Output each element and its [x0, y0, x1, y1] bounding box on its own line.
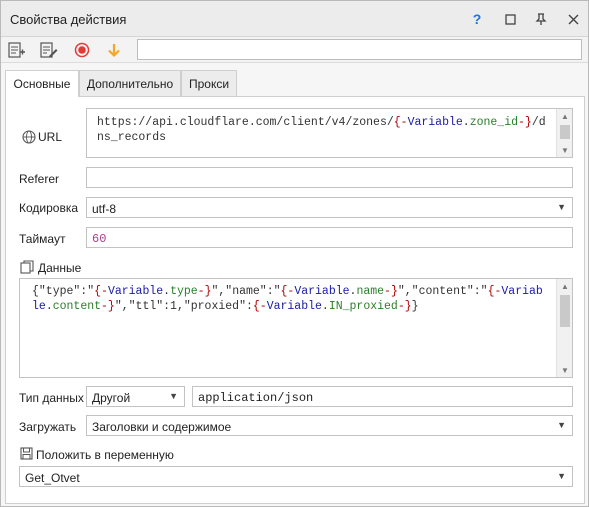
data-token: {-: [252, 300, 267, 313]
scroll-down-icon[interactable]: ▼: [557, 143, 573, 157]
load-value: Заголовки и содержимое: [92, 420, 232, 434]
data-token: content: [52, 300, 102, 313]
data-token: {-: [94, 285, 108, 298]
scroll-thumb[interactable]: [560, 295, 570, 327]
encoding-value: utf-8: [92, 202, 117, 216]
content-type-value: application/json: [198, 391, 314, 405]
www-icon: [22, 130, 36, 147]
add-list-button[interactable]: [6, 40, 28, 60]
record-button[interactable]: [71, 40, 93, 60]
record-icon: [74, 42, 90, 58]
toolbar-input[interactable]: [137, 39, 582, 60]
data-token: {"type":": [32, 285, 95, 298]
url-value: https://api.cloudflare.com/client/v4/zon…: [97, 116, 546, 144]
tab-additional[interactable]: Дополнительно: [79, 70, 181, 96]
pin-button[interactable]: [531, 9, 551, 29]
data-token: .: [45, 300, 53, 313]
data-token: Variable: [107, 285, 164, 298]
data-token: {-: [280, 285, 295, 298]
list-edit-icon: [40, 42, 58, 58]
url-textarea[interactable]: https://api.cloudflare.com/client/v4/zon…: [86, 108, 573, 158]
referer-input[interactable]: [86, 167, 573, 188]
scroll-up-icon[interactable]: ▲: [557, 279, 573, 293]
data-type-select[interactable]: Другой ▼: [86, 386, 185, 407]
arrow-down-icon: [108, 44, 120, 58]
data-token: ","content":": [397, 285, 488, 298]
data-token: -}: [397, 300, 412, 313]
data-value: {"type":"{-Variable.type-}","name":"{-Va…: [32, 284, 547, 314]
close-button[interactable]: [563, 9, 583, 29]
data-token: .: [321, 300, 329, 313]
chevron-down-icon[interactable]: ▼: [557, 420, 566, 430]
save-to-var-label: Положить в переменную: [36, 448, 174, 462]
window-title: Свойства действия: [10, 12, 127, 27]
content-type-input[interactable]: application/json: [192, 386, 573, 407]
data-type-label: Тип данных: [19, 391, 84, 405]
data-token: ","name":": [211, 285, 281, 298]
timeout-input[interactable]: 60: [86, 227, 573, 248]
save-to-var-value: Get_Otvet: [25, 471, 80, 485]
data-scrollbar[interactable]: ▲ ▼: [556, 279, 572, 377]
maximize-icon: [504, 13, 516, 25]
url-scrollbar[interactable]: ▲ ▼: [556, 109, 572, 157]
encoding-select[interactable]: utf-8 ▼: [86, 197, 573, 218]
data-token: ","ttl":1,"proxied":: [114, 300, 253, 313]
title-bar[interactable]: Свойства действия ?: [1, 1, 588, 37]
data-token: Variable: [294, 285, 350, 298]
data-token: -}: [197, 285, 212, 298]
chevron-down-icon[interactable]: ▼: [557, 202, 566, 212]
list-add-icon: [8, 42, 25, 58]
tab-proxy[interactable]: Прокси: [181, 70, 237, 96]
pin-icon: [535, 12, 547, 25]
maximize-button[interactable]: [500, 9, 520, 29]
chevron-down-icon[interactable]: ▼: [169, 391, 178, 401]
timeout-label: Таймаут: [19, 232, 66, 246]
load-label: Загружать: [19, 420, 77, 434]
url-label: URL: [38, 130, 63, 144]
timeout-value: 60: [92, 232, 107, 246]
data-token: {-: [487, 285, 502, 298]
encoding-label: Кодировка: [19, 201, 79, 215]
save-icon: [20, 447, 33, 463]
action-properties-window: Свойства действия ? Основные Дополнитель…: [0, 0, 589, 507]
data-token: IN_proxied: [328, 300, 398, 313]
data-token: name: [356, 285, 385, 298]
tab-main[interactable]: Основные: [5, 70, 79, 97]
main-tab-panel: URL https://api.cloudflare.com/client/v4…: [5, 96, 585, 504]
copy-icon: [20, 260, 34, 277]
help-button[interactable]: ?: [467, 9, 487, 29]
data-type-value: Другой: [92, 391, 131, 405]
edit-list-button[interactable]: [38, 40, 60, 60]
close-icon: [568, 14, 578, 24]
scroll-up-icon[interactable]: ▲: [557, 109, 573, 123]
data-token: Variable: [266, 300, 322, 313]
scroll-down-icon[interactable]: ▼: [557, 363, 573, 377]
data-label: Данные: [38, 261, 82, 275]
data-token: -}: [384, 285, 398, 298]
step-down-button[interactable]: [103, 40, 125, 60]
data-textarea[interactable]: {"type":"{-Variable.type-}","name":"{-Va…: [19, 278, 573, 378]
scroll-thumb[interactable]: [560, 125, 570, 139]
chevron-down-icon[interactable]: ▼: [557, 471, 566, 481]
load-select[interactable]: Заголовки и содержимое ▼: [86, 415, 573, 436]
toolbar: [1, 37, 588, 63]
referer-label: Referer: [19, 172, 60, 186]
data-token: type: [170, 285, 198, 298]
data-token: -}: [101, 300, 115, 313]
save-to-var-select[interactable]: Get_Otvet ▼: [19, 466, 573, 487]
data-token: }: [411, 300, 419, 313]
